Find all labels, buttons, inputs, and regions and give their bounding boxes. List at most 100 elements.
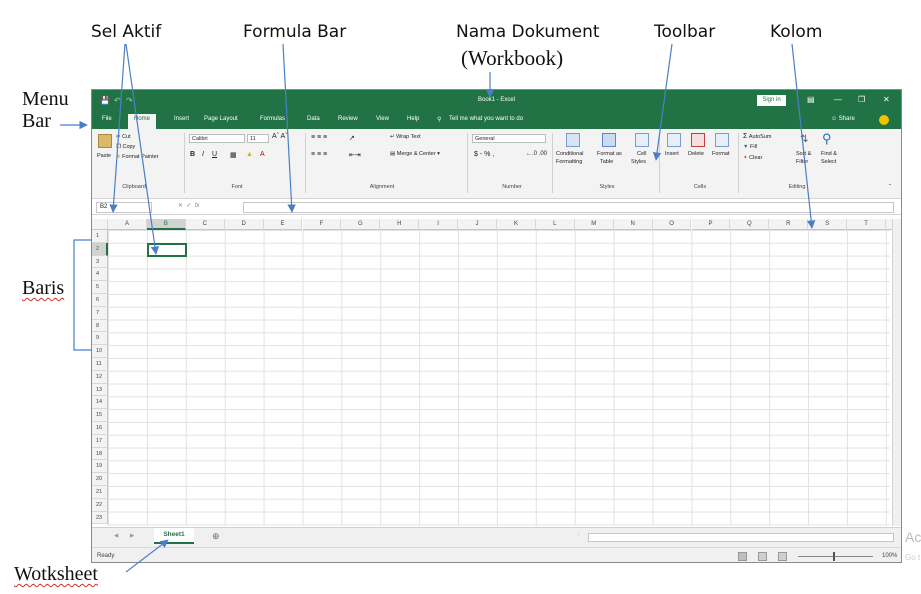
prev-sheet-icon[interactable]: ◀ xyxy=(114,533,118,539)
sort-filter-line2[interactable]: Filter xyxy=(796,159,808,165)
column-header-k[interactable]: K xyxy=(497,219,536,230)
row-header-12[interactable]: 12 xyxy=(92,370,108,384)
page-layout-view-icon[interactable] xyxy=(758,552,767,561)
format-as-table-icon[interactable] xyxy=(602,133,616,147)
row-header-4[interactable]: 4 xyxy=(92,268,108,282)
column-header-f[interactable]: F xyxy=(302,219,342,230)
row-header-1[interactable]: 1 xyxy=(92,230,108,243)
cancel-icon[interactable]: ✕ xyxy=(178,203,183,209)
italic-icon[interactable]: I xyxy=(202,151,204,158)
close-icon[interactable]: ✕ xyxy=(883,95,890,104)
cell-styles-icon[interactable] xyxy=(635,133,649,147)
column-header-l[interactable]: L xyxy=(535,219,575,230)
row-header-13[interactable]: 13 xyxy=(92,383,108,397)
fx-icon[interactable]: fx xyxy=(195,203,200,209)
cell-styles-line2[interactable]: Styles xyxy=(631,159,646,165)
grow-font-icon[interactable]: Aˆ Aˇ xyxy=(272,133,288,140)
number-format-select[interactable]: General xyxy=(472,134,546,143)
vertical-scrollbar[interactable] xyxy=(892,219,901,526)
format-as-table-line2[interactable]: Table xyxy=(600,159,613,165)
align-top-icon[interactable]: ≡ ≡ ≡ xyxy=(311,134,327,141)
column-header-a[interactable]: A xyxy=(108,219,147,230)
sheet-tab-sheet1[interactable]: Sheet1 xyxy=(154,528,194,544)
clear-button[interactable]: ✦ Clear xyxy=(743,155,762,161)
column-header-h[interactable]: H xyxy=(380,219,420,230)
tab-formulas[interactable]: Formulas xyxy=(260,116,285,122)
tab-home[interactable]: Home xyxy=(128,114,157,129)
tab-review[interactable]: Review xyxy=(338,116,358,122)
tab-page-layout[interactable]: Page Layout xyxy=(204,116,238,122)
column-header-c[interactable]: C xyxy=(185,219,225,230)
insert-cells-button[interactable]: Insert xyxy=(665,151,679,157)
column-header-q[interactable]: Q xyxy=(730,219,770,230)
row-header-17[interactable]: 17 xyxy=(92,434,108,448)
delete-cells-button[interactable]: Delete xyxy=(688,151,704,157)
cut-button[interactable]: ✂ Cut xyxy=(116,134,131,140)
column-header-r[interactable]: R xyxy=(769,219,809,230)
copy-button[interactable]: ❐ Copy xyxy=(116,144,135,150)
tell-me-search[interactable]: Tell me what you want to do xyxy=(449,116,523,122)
tab-data[interactable]: Data xyxy=(307,116,320,122)
font-name-select[interactable]: Calibri xyxy=(189,134,245,143)
orientation-icon[interactable]: ↗ xyxy=(349,134,355,142)
font-color-icon[interactable]: A xyxy=(260,151,265,158)
sort-filter-icon[interactable]: ⇅ xyxy=(800,134,808,145)
ribbon-display-icon[interactable]: ▤ xyxy=(807,95,815,104)
horizontal-scrollbar[interactable] xyxy=(588,533,894,542)
feedback-smiley-icon[interactable] xyxy=(879,115,889,125)
column-header-p[interactable]: P xyxy=(691,219,731,230)
share-button[interactable]: ☺ Share xyxy=(831,116,855,122)
minimize-icon[interactable]: — xyxy=(834,95,842,104)
tab-insert[interactable]: Insert xyxy=(174,116,189,122)
paste-icon[interactable] xyxy=(98,134,112,148)
autosum-button[interactable]: Σ AutoSum xyxy=(743,133,771,140)
formula-input[interactable] xyxy=(243,202,894,213)
paste-button[interactable]: Paste xyxy=(97,153,111,159)
bold-icon[interactable]: B xyxy=(190,151,195,158)
conditional-formatting-line2[interactable]: Formatting xyxy=(556,159,582,165)
zoom-slider-knob[interactable] xyxy=(833,552,835,561)
zoom-level[interactable]: 100% xyxy=(882,553,897,559)
row-header-9[interactable]: 9 xyxy=(92,332,108,346)
underline-icon[interactable]: U xyxy=(212,151,217,158)
column-header-d[interactable]: D xyxy=(224,219,264,230)
page-break-view-icon[interactable] xyxy=(778,552,787,561)
cell-styles-line1[interactable]: Cell xyxy=(637,151,646,157)
decimal-icon[interactable]: ←.0 .00 xyxy=(526,151,547,157)
column-header-i[interactable]: I xyxy=(419,219,459,230)
format-cells-button[interactable]: Format xyxy=(712,151,729,157)
find-select-line2[interactable]: Select xyxy=(821,159,836,165)
conditional-formatting-line1[interactable]: Conditional xyxy=(556,151,584,157)
row-header-7[interactable]: 7 xyxy=(92,306,108,320)
restore-icon[interactable]: ❐ xyxy=(858,95,865,104)
row-header-2[interactable]: 2 xyxy=(92,242,108,256)
find-select-line1[interactable]: Find & xyxy=(821,151,837,157)
row-header-18[interactable]: 18 xyxy=(92,447,108,461)
normal-view-icon[interactable] xyxy=(738,552,747,561)
row-header-16[interactable]: 16 xyxy=(92,422,108,435)
column-header-j[interactable]: J xyxy=(458,219,497,230)
row-header-6[interactable]: 6 xyxy=(92,294,108,307)
fill-color-icon[interactable]: ▲ xyxy=(246,151,253,158)
align-left-icon[interactable]: ≡ ≡ ≡ xyxy=(311,151,327,158)
wrap-text-button[interactable]: ↵ Wrap Text xyxy=(390,134,421,140)
active-cell-b2[interactable] xyxy=(146,242,187,257)
row-header-20[interactable]: 20 xyxy=(92,473,108,486)
tab-view[interactable]: View xyxy=(376,116,389,122)
column-header-s[interactable]: S xyxy=(808,219,848,230)
zoom-slider[interactable] xyxy=(798,556,873,557)
row-header-10[interactable]: 10 xyxy=(92,345,108,358)
next-sheet-icon[interactable]: ▶ xyxy=(130,533,134,539)
insert-cells-icon[interactable] xyxy=(667,133,681,147)
conditional-formatting-icon[interactable] xyxy=(566,133,580,147)
add-sheet-icon[interactable]: ⊕ xyxy=(212,531,220,542)
row-header-14[interactable]: 14 xyxy=(92,396,108,410)
name-box[interactable]: B2 xyxy=(96,202,152,213)
row-header-3[interactable]: 3 xyxy=(92,255,108,269)
column-header-t[interactable]: T xyxy=(847,219,886,230)
merge-center-button[interactable]: ▤ Merge & Center ▾ xyxy=(390,151,440,157)
tab-file[interactable]: File xyxy=(102,116,112,122)
select-all-corner[interactable] xyxy=(92,219,108,230)
row-header-21[interactable]: 21 xyxy=(92,486,108,499)
find-magnifier-icon[interactable]: ⚲ xyxy=(822,131,832,147)
